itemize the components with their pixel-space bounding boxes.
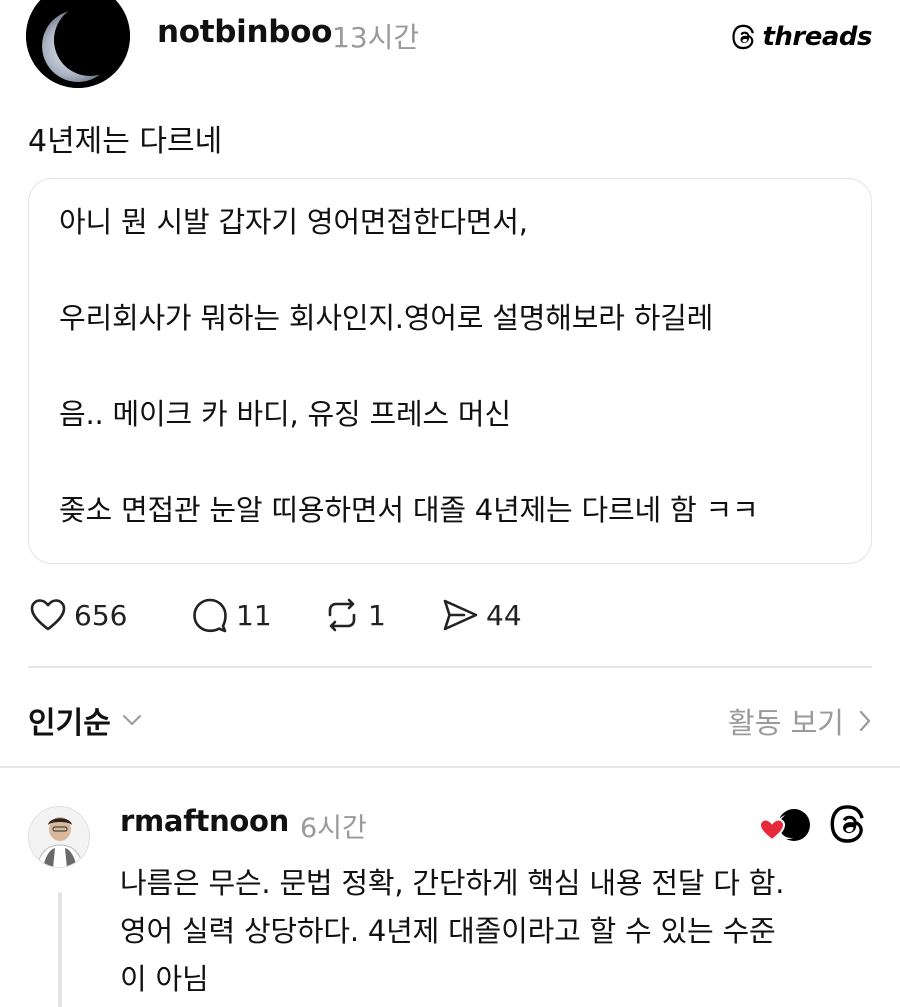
author-avatar[interactable] <box>26 0 130 88</box>
heart-icon <box>30 599 66 631</box>
reply-item: rmaftnoon 6시간 나름은 무슨. 문법 정확, 간단하게 핵심 내용 … <box>0 790 900 1007</box>
view-activity-link[interactable]: 활동 보기 <box>728 700 874 742</box>
like-button[interactable]: 656 <box>28 592 127 638</box>
post-header: notbinboo 13시간 threads <box>0 0 900 90</box>
post-action-bar: 656 11 1 44 <box>28 592 628 638</box>
repost-button[interactable]: 1 <box>322 592 386 638</box>
reply-username[interactable]: rmaftnoon <box>120 804 289 838</box>
author-username[interactable]: notbinboo <box>157 14 332 50</box>
reply-count: 11 <box>236 598 272 632</box>
chevron-right-icon <box>859 710 871 732</box>
person-avatar-image <box>29 807 89 867</box>
quote-line: 아니 뭔 시발 갑자기 영어면접한다면서, <box>59 205 528 239</box>
share-icon <box>443 599 478 631</box>
divider <box>0 766 900 768</box>
quote-line: 음.. 메이크 카 바디, 유징 프레스 머신 <box>59 397 511 431</box>
comment-icon <box>193 598 227 633</box>
view-activity-label: 활동 보기 <box>728 706 844 740</box>
reply-text-line: 나름은 무슨. 문법 정확, 간단하게 핵심 내용 전달 다 함. <box>120 866 785 900</box>
threads-brand: threads <box>732 22 872 52</box>
threads-logo-icon[interactable] <box>830 804 870 844</box>
liked-by-author-icon[interactable] <box>758 806 814 846</box>
sort-dropdown[interactable]: 인기순 <box>28 698 143 742</box>
reply-text-line: 이 아님 <box>120 962 209 996</box>
reply-timestamp: 6시간 <box>300 813 367 844</box>
sort-label: 인기순 <box>28 706 111 741</box>
like-count: 656 <box>74 598 128 632</box>
chevron-down-icon <box>122 715 141 725</box>
threads-logo-icon <box>732 24 755 50</box>
reply-text-line: 영어 실력 상당하다. 4년제 대졸이라고 할 수 있는 수준 <box>120 914 776 948</box>
reply-button[interactable]: 11 <box>190 592 272 638</box>
moon-avatar-image <box>26 0 130 88</box>
share-count: 44 <box>486 598 522 632</box>
reply-author-avatar[interactable] <box>28 806 90 868</box>
repost-count: 1 <box>368 598 386 632</box>
quoted-text-card: 아니 뭔 시발 갑자기 영어면접한다면서, 우리회사가 뭐하는 회사인지.영어로… <box>28 178 872 564</box>
share-button[interactable]: 44 <box>440 592 522 638</box>
quote-line: 좆소 면접관 눈알 띠용하면서 대졸 4년제는 다르네 함 ㅋㅋ <box>59 493 759 527</box>
replies-sort-row: 인기순 활동 보기 <box>0 690 900 750</box>
quote-line: 우리회사가 뭐하는 회사인지.영어로 설명해보라 하길레 <box>59 301 714 335</box>
post-timestamp: 13시간 <box>332 21 420 54</box>
post-caption: 4년제는 다르네 <box>28 124 223 159</box>
brand-wordmark: threads <box>762 22 872 52</box>
repost-icon <box>328 598 356 632</box>
thread-connector-line <box>58 892 62 1007</box>
divider <box>28 666 872 668</box>
